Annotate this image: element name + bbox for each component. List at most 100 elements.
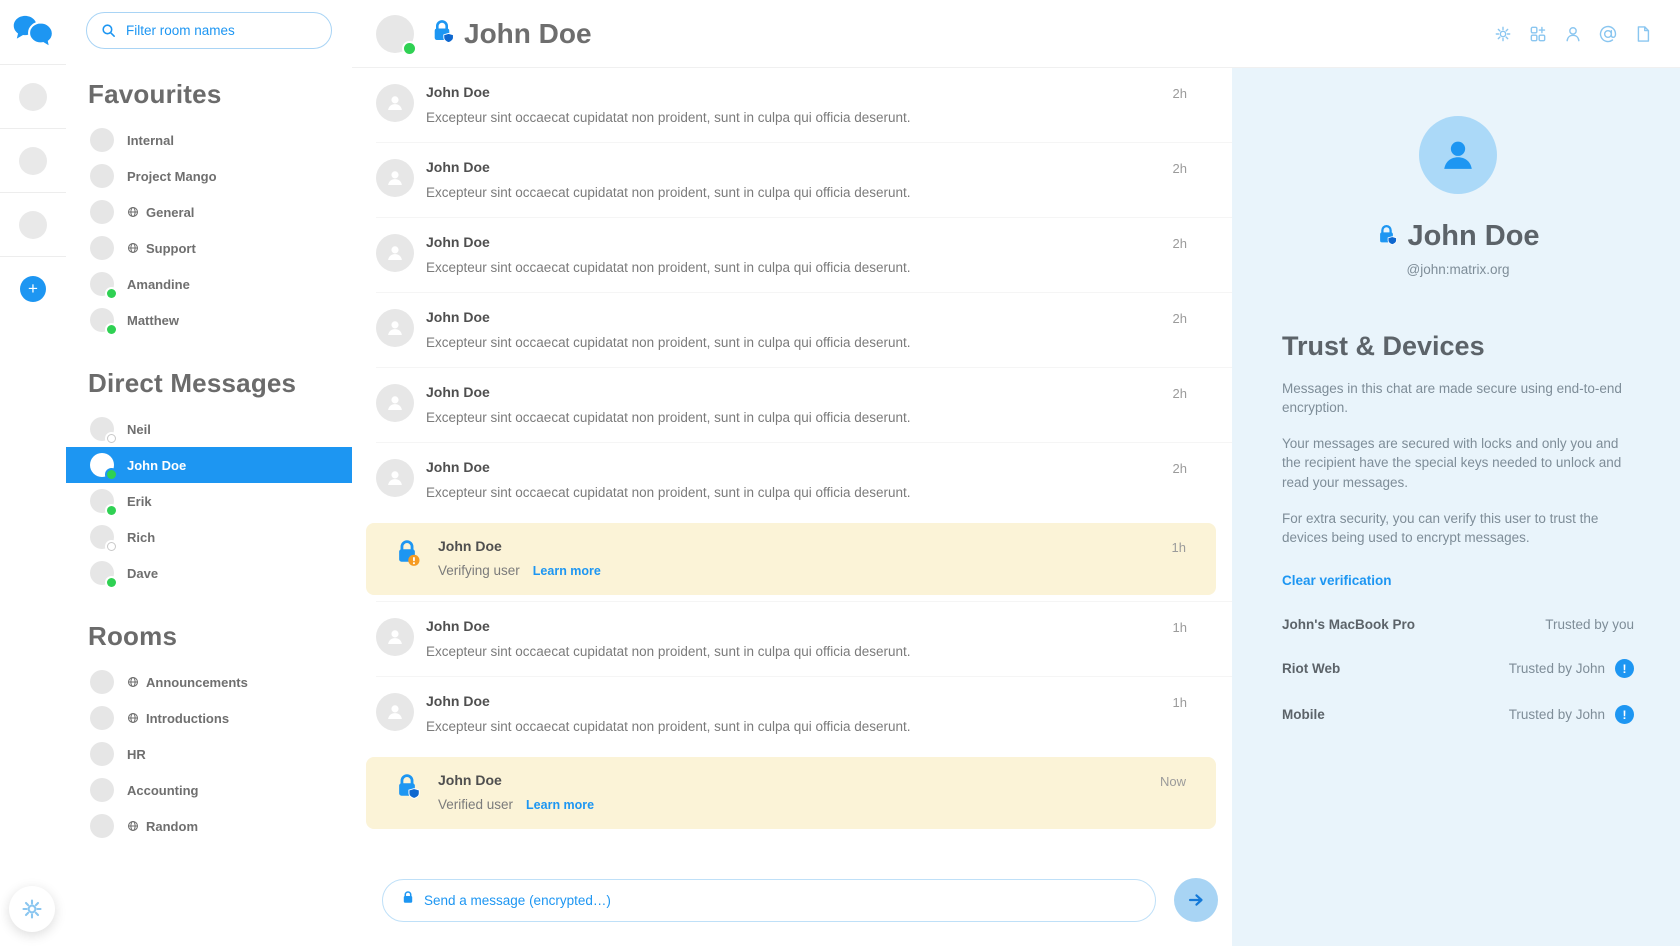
device-trust-status: Trusted by John	[1509, 707, 1605, 722]
message-sender: John Doe	[426, 459, 911, 475]
sidebar-item-hr[interactable]: HR	[86, 736, 332, 772]
learn-more-link[interactable]: Learn more	[533, 564, 601, 578]
sidebar-item-general[interactable]: General	[86, 194, 332, 230]
presence-dot	[107, 506, 116, 515]
message-sender: John Doe	[426, 618, 911, 634]
presence-dot	[107, 434, 116, 443]
avatar	[90, 489, 114, 513]
message-text: Excepteur sint occaecat cupidatat non pr…	[426, 410, 911, 425]
members-icon[interactable]	[1562, 23, 1584, 45]
rail-avatar-list	[0, 64, 66, 256]
composer	[352, 868, 1232, 946]
trust-devices-title: Trust & Devices	[1282, 331, 1634, 362]
avatar	[90, 164, 114, 188]
message-timestamp: 2h	[1173, 384, 1187, 425]
sidebar-item-amandine[interactable]: Amandine	[86, 266, 332, 302]
presence-dot	[107, 470, 116, 479]
sidebar-item-announcements[interactable]: Announcements	[86, 664, 332, 700]
avatar	[90, 561, 114, 585]
rail-room-avatar[interactable]	[0, 192, 66, 256]
device-row: John's MacBook ProTrusted by you	[1282, 617, 1634, 632]
send-arrow-icon	[1185, 889, 1207, 911]
avatar	[90, 417, 114, 441]
room-filter[interactable]	[86, 12, 332, 49]
message-sender: John Doe	[426, 309, 911, 325]
rail-room-avatar[interactable]	[0, 64, 66, 128]
room-sidebar: FavouritesInternalProject MangoGeneralSu…	[66, 0, 352, 946]
message-sender: John Doe	[426, 234, 911, 250]
sidebar-item-rich[interactable]: Rich	[86, 519, 332, 555]
sidebar-item-accounting[interactable]: Accounting	[86, 772, 332, 808]
sidebar-item-erik[interactable]: Erik	[86, 483, 332, 519]
message-text: Excepteur sint occaecat cupidatat non pr…	[426, 110, 911, 125]
message-sender: John Doe	[438, 772, 594, 788]
chat-header: John Doe	[352, 0, 1680, 68]
sidebar-item-john-doe[interactable]: John Doe	[66, 447, 352, 483]
sidebar-item-label: Accounting	[127, 783, 199, 798]
message-sender: John Doe	[426, 693, 911, 709]
settings-icon[interactable]	[1492, 23, 1514, 45]
gear-icon	[20, 897, 44, 921]
rail-room-avatar[interactable]	[0, 128, 66, 192]
room-filter-input[interactable]	[126, 23, 318, 38]
sidebar-item-introductions[interactable]: Introductions	[86, 700, 332, 736]
clear-verification-link[interactable]: Clear verification	[1282, 573, 1392, 588]
device-list: John's MacBook ProTrusted by you Riot Web…	[1282, 617, 1634, 724]
info-icon[interactable]: !	[1615, 705, 1634, 724]
learn-more-link[interactable]: Learn more	[526, 798, 594, 812]
device-name: Mobile	[1282, 707, 1325, 722]
sidebar-item-neil[interactable]: Neil	[86, 411, 332, 447]
mention-icon[interactable]	[1597, 23, 1619, 45]
add-widget-icon[interactable]	[1527, 23, 1549, 45]
globe-icon	[127, 242, 139, 254]
message-sender: John Doe	[426, 384, 911, 400]
message-timestamp: 1h	[1173, 618, 1187, 659]
app-rail: +	[0, 0, 66, 946]
message-text: Excepteur sint occaecat cupidatat non pr…	[426, 185, 911, 200]
add-room-button[interactable]: +	[20, 276, 46, 302]
sidebar-item-random[interactable]: Random	[86, 808, 332, 844]
message-avatar	[376, 459, 414, 497]
lock-warning-icon	[388, 538, 426, 578]
device-row: Riot WebTrusted by John!	[1282, 659, 1634, 678]
section-title-direct-messages: Direct Messages	[88, 368, 332, 399]
avatar	[19, 83, 47, 111]
chat-column: John Doe Excepteur sint occaecat cupidata…	[352, 68, 1232, 946]
encrypted-lock-icon	[401, 890, 415, 910]
message-input[interactable]	[424, 893, 1137, 908]
message-row: John Doe Excepteur sint occaecat cupidata…	[376, 367, 1232, 442]
sidebar-item-support[interactable]: Support	[86, 230, 332, 266]
message-text: Excepteur sint occaecat cupidatat non pr…	[426, 485, 911, 500]
presence-dot	[107, 325, 116, 334]
message-text: Excepteur sint occaecat cupidatat non pr…	[426, 260, 911, 275]
trust-paragraph: For extra security, you can verify this …	[1282, 509, 1634, 547]
avatar	[19, 147, 47, 175]
sidebar-item-dave[interactable]: Dave	[86, 555, 332, 591]
settings-button[interactable]	[9, 886, 55, 932]
info-icon[interactable]: !	[1615, 659, 1634, 678]
message-avatar	[376, 309, 414, 347]
avatar	[90, 200, 114, 224]
avatar	[19, 211, 47, 239]
trust-paragraph: Messages in this chat are made secure us…	[1282, 379, 1634, 417]
sidebar-item-project-mango[interactable]: Project Mango	[86, 158, 332, 194]
presence-dot	[107, 578, 116, 587]
message-text: Excepteur sint occaecat cupidatat non pr…	[426, 644, 911, 659]
message-timestamp: Now	[1160, 772, 1186, 812]
chat-title: John Doe	[464, 18, 592, 50]
sidebar-item-label: Support	[146, 241, 196, 256]
avatar	[90, 670, 114, 694]
send-button[interactable]	[1174, 878, 1218, 922]
sidebar-item-label: Matthew	[127, 313, 179, 328]
sidebar-item-internal[interactable]: Internal	[86, 122, 332, 158]
message-input-box[interactable]	[382, 879, 1156, 922]
verification-status: Verified user	[438, 797, 513, 812]
globe-icon	[127, 206, 139, 218]
person-icon	[1436, 133, 1480, 177]
files-icon[interactable]	[1632, 23, 1654, 45]
message-timestamp: 2h	[1173, 459, 1187, 500]
verified-lock-icon	[1376, 223, 1397, 251]
profile-user-id: @john:matrix.org	[1282, 262, 1634, 277]
sidebar-item-matthew[interactable]: Matthew	[86, 302, 332, 338]
avatar	[90, 525, 114, 549]
